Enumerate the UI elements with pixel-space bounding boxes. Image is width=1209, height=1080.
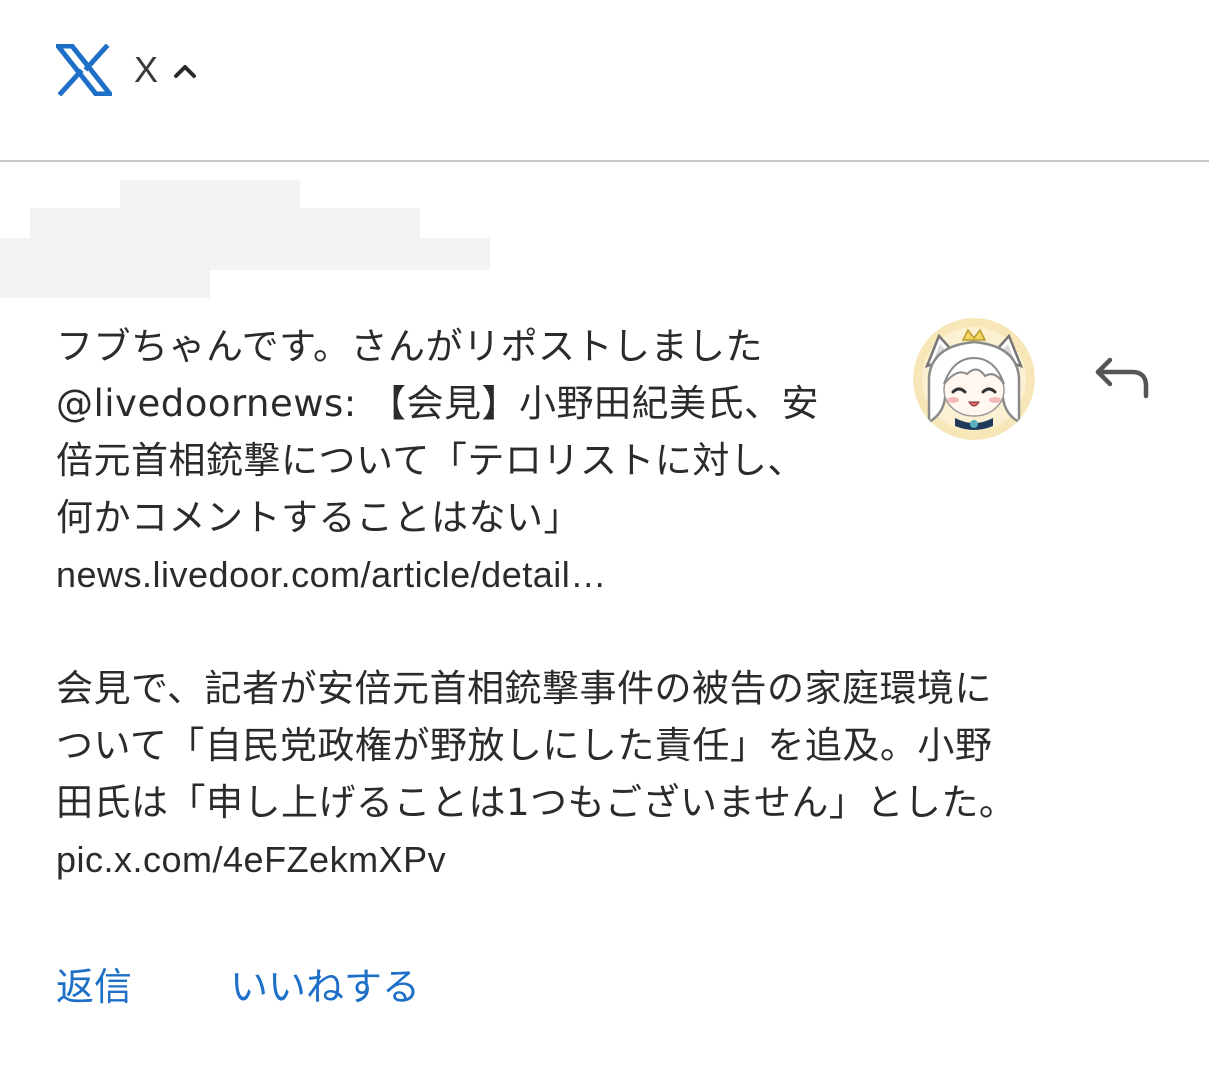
header-divider bbox=[0, 160, 1209, 162]
redacted-area bbox=[0, 178, 490, 303]
post-body-line: 田氏は「申し上げることは1つもございません」とした。 bbox=[56, 781, 1017, 824]
reply-arrow-icon[interactable] bbox=[1092, 352, 1152, 402]
notification-text[interactable]: フブちゃんです。さんがリポストしました @livedoornews: 【会見】小… bbox=[56, 318, 856, 603]
x-logo-icon bbox=[56, 44, 112, 96]
notification-header: X bbox=[0, 0, 1209, 160]
chevron-up-icon[interactable] bbox=[170, 58, 200, 82]
tweet-line: 倍元首相銃撃について「テロリストに対し、 bbox=[56, 439, 805, 482]
repost-title: フブちゃんです。さんがリポストしました bbox=[56, 325, 763, 368]
tweet-line: @livedoornews: 【会見】小野田紀美氏、安 bbox=[56, 382, 820, 425]
article-link[interactable]: news.livedoor.com/article/detail… bbox=[56, 546, 856, 603]
reply-action-button[interactable]: 返信 bbox=[56, 960, 132, 1014]
post-body: 会見で、記者が安倍元首相銃撃事件の被告の家庭環境に ついて「自民党政権が野放しに… bbox=[56, 660, 1116, 888]
avatar-anime-character bbox=[913, 318, 1035, 440]
post-body-line: ついて「自民党政権が野放しにした責任」を追及。小野 bbox=[56, 724, 993, 767]
like-action-button[interactable]: いいねする bbox=[230, 960, 420, 1014]
app-name: X bbox=[134, 49, 159, 90]
tweet-line: 何かコメントすることはない」 bbox=[56, 496, 581, 539]
post-body-line: 会見で、記者が安倍元首相銃撃事件の被告の家庭環境に bbox=[56, 667, 993, 710]
avatar bbox=[913, 318, 1035, 440]
image-link[interactable]: pic.x.com/4eFZekmXPv bbox=[56, 831, 1116, 888]
